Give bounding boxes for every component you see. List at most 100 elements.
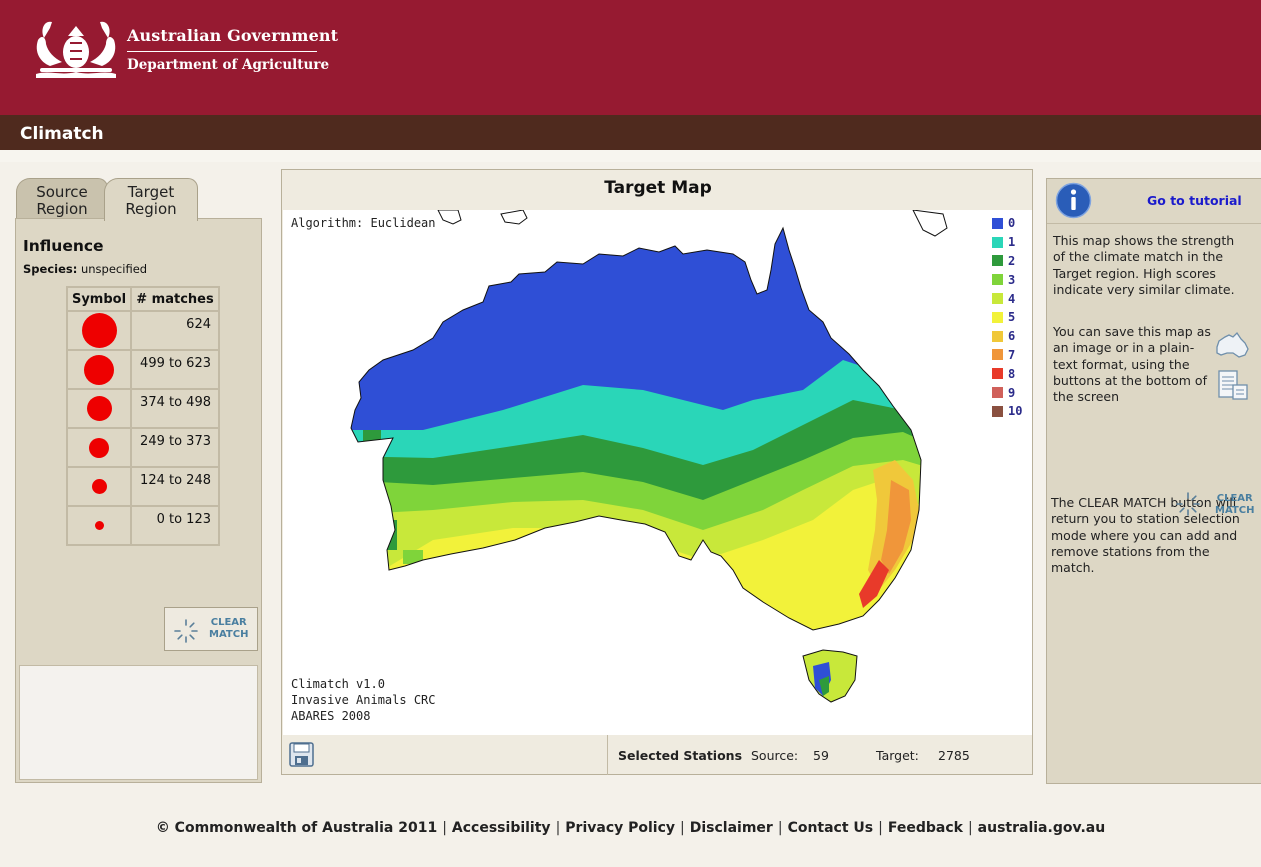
scale-swatch: [992, 349, 1003, 361]
table-row: 0 to 123: [66, 505, 220, 546]
scale-label: 5: [1008, 310, 1016, 325]
source-label: Source:: [751, 748, 799, 763]
accessibility-link[interactable]: Accessibility: [452, 820, 551, 836]
clear-label-line-1: CLEAR: [1216, 493, 1253, 504]
department-name: Department of Agriculture: [127, 57, 330, 73]
save-map-image-icon[interactable]: [1213, 331, 1251, 361]
copyright-link[interactable]: © Commonwealth of Australia 2011: [156, 820, 437, 836]
credit-line: Climatch v1.0: [291, 677, 385, 691]
save-floppy-icon[interactable]: [288, 741, 315, 768]
scale-swatch: [992, 255, 1003, 267]
credit-line: Invasive Animals CRC: [291, 693, 436, 707]
scale-label: 2: [1008, 253, 1016, 268]
help-divider: [1047, 223, 1261, 224]
scale-item-7: 7: [992, 346, 1022, 365]
influence-dot-icon: [84, 354, 114, 385]
clear-match-label: CLEAR MATCH: [209, 617, 248, 641]
government-name: Australian Government: [127, 26, 339, 45]
matches-cell: 249 to 373: [130, 427, 220, 468]
table-row: 499 to 623: [66, 349, 220, 390]
scale-label: 8: [1008, 366, 1016, 381]
contact-us-link[interactable]: Contact Us: [788, 820, 874, 836]
footer-links: © Commonwealth of Australia 2011 | Accessi…: [155, 820, 1106, 836]
feedback-link[interactable]: Feedback: [888, 820, 963, 836]
table-row: 374 to 498: [66, 388, 220, 429]
wordmark-divider: [127, 51, 317, 52]
map-title: Target Map: [604, 178, 712, 198]
species-label: Species:: [23, 262, 78, 276]
scale-item-2: 2: [992, 252, 1022, 271]
scale-label: 4: [1008, 291, 1016, 306]
tab-target-region[interactable]: Target Region: [104, 178, 198, 221]
tab-source-label-1: Source: [36, 183, 88, 201]
save-text-icon[interactable]: [1217, 369, 1251, 403]
scale-swatch: [992, 311, 1003, 323]
source-count: 59: [813, 748, 829, 763]
scale-label: 7: [1008, 347, 1016, 362]
clear-match-label: CLEAR MATCH: [1215, 493, 1254, 517]
disclaimer-link[interactable]: Disclaimer: [690, 820, 773, 836]
scale-label: 1: [1008, 235, 1016, 250]
clear-label-line-1: CLEAR: [210, 617, 247, 628]
species-line: Species: unspecified: [23, 262, 147, 276]
scale-item-10: 10: [992, 402, 1022, 421]
tab-source-label-2: Region: [36, 200, 88, 218]
scale-item-4: 4: [992, 289, 1022, 308]
table-row: 249 to 373: [66, 427, 220, 468]
help-text-save: You can save this map as an image or in …: [1053, 324, 1211, 405]
scale-label: 3: [1008, 272, 1016, 287]
scale-swatch: [992, 387, 1003, 399]
scale-item-0: 0: [992, 214, 1022, 233]
scale-item-1: 1: [992, 233, 1022, 252]
scale-label: 6: [1008, 329, 1016, 344]
scale-item-5: 5: [992, 308, 1022, 327]
scale-swatch: [992, 405, 1003, 417]
scale-swatch: [992, 368, 1003, 380]
app-title: Climatch: [20, 124, 104, 144]
target-map-panel: Target Map Algorithm: Euclidean Climatch…: [281, 169, 1033, 775]
target-label: Target:: [876, 748, 919, 763]
credit-line: ABARES 2008: [291, 709, 371, 723]
australia-gov-link[interactable]: australia.gov.au: [978, 820, 1106, 836]
influence-dot-icon: [91, 479, 107, 494]
species-value: unspecified: [80, 262, 148, 276]
government-wordmark: Australian Government Department of Agri…: [127, 26, 338, 73]
clear-match-button[interactable]: CLEAR MATCH: [164, 607, 258, 651]
help-text-map: This map shows the strength of the clima…: [1053, 233, 1235, 297]
matches-cell: 0 to 123: [130, 505, 220, 546]
matches-header: # matches: [130, 286, 220, 312]
scale-swatch: [992, 330, 1003, 342]
influence-dot-icon: [94, 521, 104, 530]
target-map[interactable]: Algorithm: Euclidean Climatch v1.0 Invas…: [283, 210, 1032, 735]
algorithm-label: Algorithm: Euclidean: [291, 216, 436, 230]
scale-item-8: 8: [992, 364, 1022, 383]
tab-target-label-1: Target: [127, 183, 175, 201]
influence-title: Influence: [23, 237, 104, 255]
selected-stations-label: Selected Stations: [618, 748, 743, 763]
spinner-icon: [174, 619, 198, 643]
clear-match-button[interactable]: CLEAR MATCH: [1175, 489, 1255, 521]
matches-cell: 374 to 498: [130, 388, 220, 429]
influence-dot-icon: [81, 313, 117, 348]
influence-dot-icon: [89, 437, 109, 458]
map-toolbar: Selected Stations Source: 59 Target: 278…: [282, 735, 1034, 776]
scale-label: 9: [1008, 385, 1016, 400]
matches-cell: 624: [130, 310, 220, 351]
help-panel: Go to tutorial This map shows the streng…: [1046, 178, 1261, 784]
go-to-tutorial-link[interactable]: Go to tutorial: [1147, 193, 1242, 208]
coat-of-arms-logo: [36, 21, 116, 78]
australia-match-map: [350, 210, 948, 703]
scale-label: 10: [1008, 404, 1023, 419]
tab-source-region[interactable]: Source Region: [16, 178, 108, 220]
table-row: 124 to 248: [66, 466, 220, 507]
government-banner: Australian Government Department of Agri…: [0, 0, 1261, 115]
info-icon: [1055, 182, 1092, 219]
symbol-header: Symbol: [66, 286, 132, 312]
privacy-policy-link[interactable]: Privacy Policy: [565, 820, 675, 836]
selected-stations-bar: Selected Stations Source: 59 Target: 278…: [607, 735, 1033, 775]
scale-item-9: 9: [992, 383, 1022, 402]
header-strip: [0, 150, 1261, 162]
matches-cell: 499 to 623: [130, 349, 220, 390]
matches-cell: 124 to 248: [130, 466, 220, 507]
clear-label-line-2: MATCH: [1215, 505, 1255, 516]
